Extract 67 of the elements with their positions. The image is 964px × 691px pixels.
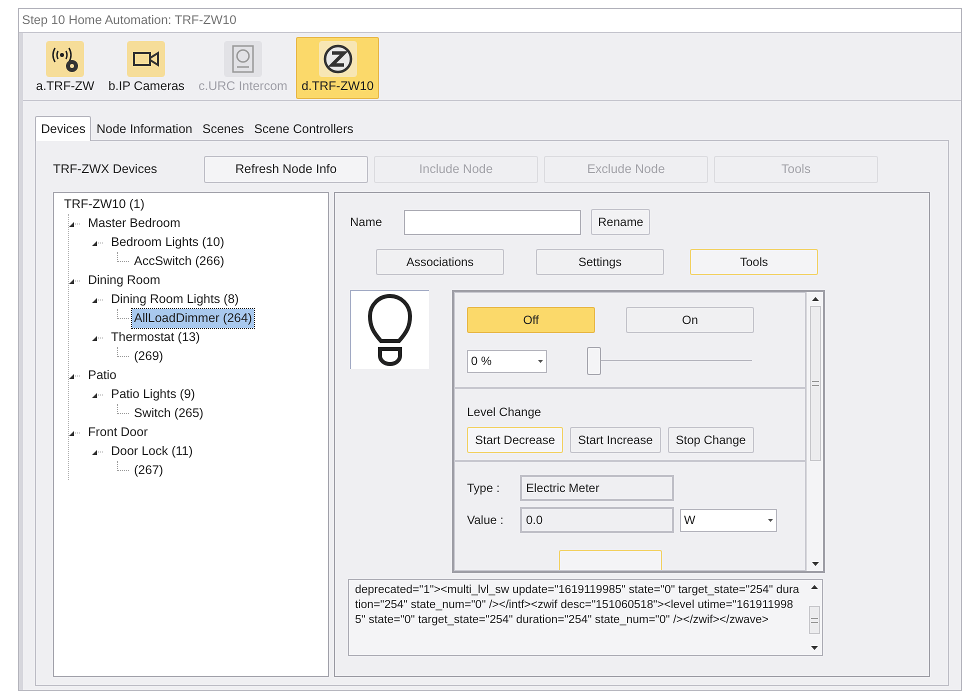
wireless-signal-icon (50, 45, 80, 74)
scroll-thumb[interactable] (809, 606, 820, 634)
zigzag-circle-icon (322, 44, 353, 74)
tree-item[interactable]: AccSwitch (266) (132, 252, 226, 271)
tree-item[interactable]: Door Lock (11) (109, 442, 195, 461)
view-button[interactable]: Tools (690, 249, 818, 275)
level-change-button[interactable]: Start Increase (570, 426, 661, 453)
caret-icon (768, 518, 773, 522)
field-label: Type : (467, 480, 501, 497)
tab[interactable]: Node Information (91, 118, 198, 140)
scroll-thumb[interactable] (810, 306, 820, 461)
tab[interactable]: Scene Controllers (249, 118, 358, 140)
log-text: deprecated="1"><multi_lvl_sw update="1619119985" state="0" target_state="254" duration="254" state_num="0" /></intf><zwif desc="151060518"><level utime="1619119985" state="0" target_state="254" duration="254" state_num="0" /></zwif></zwave> (354, 583, 800, 628)
level-slider[interactable] (587, 347, 752, 375)
tree-item[interactable]: Dining Room Lights (8) (109, 290, 241, 309)
module-button[interactable]: d.TRF-ZW10 (296, 37, 379, 99)
expanded-arrow-icon[interactable] (69, 278, 81, 284)
toolbar-button[interactable]: Refresh Node Info (204, 156, 368, 182)
expanded-arrow-icon[interactable] (92, 296, 104, 302)
dropdown-value: W (684, 512, 696, 529)
section-label: Level Change (467, 404, 542, 421)
section-label: TRF-ZWX Devices (53, 160, 158, 178)
window-title: Step 10 Home Automation: TRF-ZW10 (22, 12, 236, 30)
tree-item[interactable]: Bedroom Lights (10) (109, 233, 226, 252)
rename-button[interactable]: Rename (591, 209, 650, 235)
tree-item[interactable]: (269) (132, 347, 166, 366)
module-button[interactable]: b.IP Cameras (103, 37, 190, 99)
tree-item[interactable]: AllLoadDimmer (264) (132, 309, 254, 328)
expanded-arrow-icon[interactable] (69, 220, 81, 226)
value-field: 0.0 (520, 507, 674, 533)
tree-item[interactable]: Patio Lights (9) (109, 385, 198, 404)
view-button[interactable]: Associations (376, 249, 504, 275)
type-field: Electric Meter (520, 475, 674, 501)
scrollbar[interactable] (806, 292, 823, 571)
tab[interactable]: Scenes (197, 118, 250, 140)
switch-button[interactable]: On (626, 307, 754, 333)
level-change-button[interactable]: Stop Change (668, 426, 754, 453)
tree-item[interactable]: (267) (132, 461, 166, 480)
camera-icon (133, 50, 160, 68)
light-bulb-icon (368, 294, 412, 366)
slider-thumb[interactable] (587, 347, 601, 375)
switch-button[interactable]: Off (467, 307, 595, 333)
expanded-arrow-icon[interactable] (69, 372, 81, 378)
expanded-arrow-icon[interactable] (92, 240, 104, 246)
name-field[interactable] (404, 210, 581, 234)
tree-item[interactable]: Thermostat (13) (109, 328, 202, 347)
caret-icon (538, 360, 543, 362)
tree-item[interactable]: Switch (265) (132, 404, 206, 423)
unit-dropdown[interactable]: W (680, 508, 777, 532)
expanded-arrow-icon[interactable] (92, 392, 104, 398)
tree-item[interactable]: Patio (86, 366, 118, 385)
tree-item[interactable]: Master Bedroom (86, 214, 182, 233)
level-dropdown[interactable]: 0 % (467, 350, 547, 372)
tab[interactable]: Devices (35, 116, 92, 141)
tree-item[interactable]: TRF-ZW10 (1) (62, 195, 147, 214)
dropdown-value: 0 % (471, 353, 492, 370)
field-label: Name (350, 214, 384, 231)
level-change-button[interactable]: Start Decrease (467, 426, 564, 453)
tree-item[interactable]: Dining Room (86, 271, 162, 290)
intercom-icon (232, 45, 254, 74)
expanded-arrow-icon[interactable] (92, 334, 104, 340)
module-button[interactable]: a.TRF-ZW (31, 37, 100, 99)
expanded-arrow-icon[interactable] (92, 448, 104, 454)
view-button[interactable]: Settings (536, 249, 664, 275)
tree-item[interactable]: Front Door (86, 423, 150, 442)
expanded-arrow-icon[interactable] (69, 430, 81, 436)
field-label: Value : (467, 512, 504, 529)
